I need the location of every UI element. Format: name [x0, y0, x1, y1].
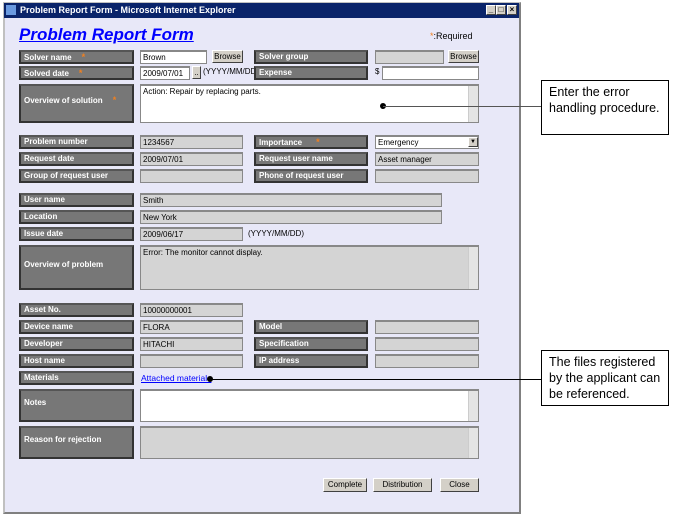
attached-materials-link[interactable]: Attached materials — [141, 373, 211, 383]
specification-label: Specification — [254, 337, 368, 351]
model-value — [375, 320, 479, 334]
request-date-value: 2009/07/01 — [140, 152, 243, 166]
request-date-label: Request date — [19, 152, 134, 166]
solver-group-input[interactable] — [375, 50, 444, 64]
overview-solution-textarea[interactable]: Action: Repair by replacing parts. — [140, 84, 479, 123]
complete-button[interactable]: Complete — [323, 478, 367, 492]
scrollbar[interactable] — [468, 391, 478, 421]
minimize-button[interactable]: _ — [486, 5, 496, 15]
developer-label: Developer — [19, 337, 134, 351]
overview-problem-textarea[interactable]: Error: The monitor cannot display. — [140, 245, 479, 290]
required-note: *:Required — [430, 31, 473, 41]
ie-icon — [6, 5, 16, 15]
device-name-value: FLORA — [140, 320, 243, 334]
overview-problem-label: Overview of problem — [19, 245, 134, 290]
issue-date-label: Issue date — [19, 227, 134, 241]
ip-address-label: IP address — [254, 354, 368, 368]
group-request-user-label: Group of request user — [19, 169, 134, 183]
close-button[interactable]: Close — [440, 478, 479, 492]
materials-label: Materials — [19, 371, 134, 385]
notes-textarea[interactable] — [140, 389, 479, 422]
user-name-label: User name — [19, 193, 134, 207]
issue-date-hint: (YYYY/MM/DD) — [248, 229, 304, 238]
location-label: Location — [19, 210, 134, 224]
ip-address-value — [375, 354, 479, 368]
device-name-label: Device name — [19, 320, 134, 334]
expense-input[interactable] — [382, 66, 479, 80]
asset-no-value: 10000000001 — [140, 303, 243, 317]
solver-name-input[interactable]: Brown — [140, 50, 207, 64]
title-bar: Problem Report Form - Microsoft Internet… — [4, 3, 519, 18]
host-name-label: Host name — [19, 354, 134, 368]
problem-number-label: Problem number — [19, 135, 134, 149]
solver-group-label: Solver group — [254, 50, 368, 64]
importance-select[interactable]: Emergency ▼ — [375, 135, 479, 149]
scrollbar[interactable] — [468, 247, 478, 289]
user-name-value: Smith — [140, 193, 442, 207]
solved-date-label: Solved date * — [19, 66, 134, 80]
overview-solution-label: Overview of solution * — [19, 84, 134, 123]
chevron-down-icon[interactable]: ▼ — [468, 137, 478, 147]
browse-solver-group-button[interactable]: Browse — [448, 50, 479, 63]
location-value: New York — [140, 210, 442, 224]
request-user-name-value: Asset manager — [375, 152, 479, 166]
asset-no-label: Asset No. — [19, 303, 134, 317]
specification-value — [375, 337, 479, 351]
model-label: Model — [254, 320, 368, 334]
problem-number-value: 1234567 — [140, 135, 243, 149]
close-window-button[interactable]: × — [507, 5, 517, 15]
currency-symbol: $ — [375, 67, 380, 76]
solver-name-label: Solver name * — [19, 50, 134, 64]
page-title: Problem Report Form — [19, 25, 194, 44]
reason-rejection-textarea[interactable] — [140, 426, 479, 459]
scrollbar[interactable] — [468, 428, 478, 458]
date-hint: (YYYY/MM/DD) — [203, 67, 259, 76]
scrollbar[interactable] — [468, 86, 478, 122]
developer-value: HITACHI — [140, 337, 243, 351]
importance-label: Importance * — [254, 135, 368, 149]
group-request-user-value — [140, 169, 243, 183]
expense-label: Expense — [254, 66, 368, 80]
phone-request-user-label: Phone of request user — [254, 169, 368, 183]
window-title: Problem Report Form - Microsoft Internet… — [20, 5, 236, 15]
solved-date-input[interactable]: 2009/07/01 — [140, 66, 190, 80]
distribution-button[interactable]: Distribution — [373, 478, 432, 492]
callout-line — [383, 106, 541, 107]
callout-attached-files: The files registered by the applicant ca… — [541, 350, 669, 406]
maximize-button[interactable]: □ — [496, 5, 506, 15]
phone-request-user-value — [375, 169, 479, 183]
calendar-button[interactable]: .. — [192, 66, 201, 79]
notes-label: Notes — [19, 389, 134, 422]
callout-error-handling: Enter the error handling procedure. — [541, 80, 669, 135]
callout-line — [210, 379, 541, 380]
request-user-name-label: Request user name — [254, 152, 368, 166]
host-name-value — [140, 354, 243, 368]
issue-date-value: 2009/06/17 — [140, 227, 243, 241]
reason-rejection-label: Reason for rejection — [19, 426, 134, 459]
browse-solver-name-button[interactable]: Browse — [212, 50, 243, 63]
